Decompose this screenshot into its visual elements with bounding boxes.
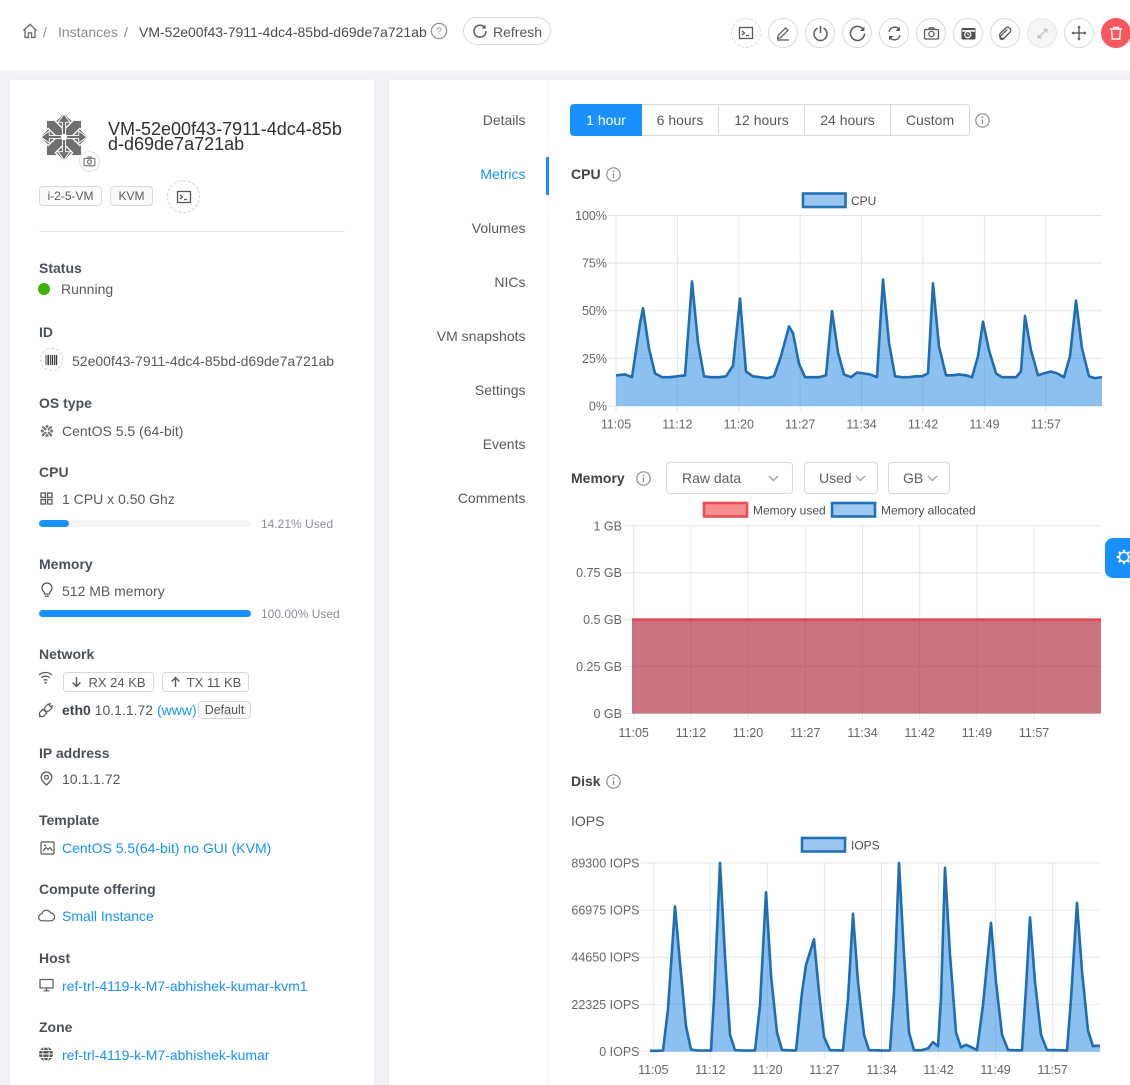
svg-text:25%: 25%: [582, 352, 607, 366]
svg-text:11:57: 11:57: [1037, 1063, 1067, 1077]
svg-text:11:27: 11:27: [790, 726, 820, 740]
svg-text:11:49: 11:49: [969, 418, 999, 432]
svg-text:IOPS: IOPS: [851, 839, 880, 853]
svg-text:11:20: 11:20: [733, 726, 763, 740]
svg-text:1 GB: 1 GB: [594, 519, 623, 533]
svg-text:0.5 GB: 0.5 GB: [583, 613, 622, 627]
svg-text:11:34: 11:34: [866, 1063, 896, 1077]
svg-text:50%: 50%: [582, 304, 607, 318]
svg-text:11:34: 11:34: [847, 726, 877, 740]
svg-text:11:42: 11:42: [923, 1063, 953, 1077]
svg-text:44650 IOPS: 44650 IOPS: [571, 951, 639, 965]
svg-text:0.75 GB: 0.75 GB: [576, 566, 622, 580]
svg-text:11:42: 11:42: [908, 418, 938, 432]
svg-text:11:12: 11:12: [676, 726, 706, 740]
svg-text:11:27: 11:27: [785, 418, 815, 432]
svg-text:22325 IOPS: 22325 IOPS: [571, 998, 639, 1012]
svg-text:0.25 GB: 0.25 GB: [576, 660, 622, 674]
svg-text:11:20: 11:20: [752, 1063, 782, 1077]
svg-text:Memory used: Memory used: [753, 504, 826, 518]
svg-text:?: ?: [436, 26, 442, 38]
svg-text:11:57: 11:57: [1031, 418, 1061, 432]
svg-text:0 IOPS: 0 IOPS: [599, 1045, 639, 1059]
svg-text:89300 IOPS: 89300 IOPS: [571, 856, 639, 870]
svg-text:11:42: 11:42: [905, 726, 935, 740]
svg-text:66975 IOPS: 66975 IOPS: [571, 904, 639, 918]
svg-text:11:12: 11:12: [695, 1063, 725, 1077]
svg-text:11:34: 11:34: [846, 418, 876, 432]
svg-text:0%: 0%: [589, 400, 607, 414]
svg-text:11:49: 11:49: [962, 726, 992, 740]
svg-text:11:05: 11:05: [601, 418, 631, 432]
svg-text:11:27: 11:27: [809, 1063, 839, 1077]
svg-text:11:49: 11:49: [980, 1063, 1010, 1077]
svg-text:CPU: CPU: [851, 194, 876, 208]
svg-text:11:12: 11:12: [662, 418, 692, 432]
svg-text:0 GB: 0 GB: [594, 707, 623, 721]
svg-text:11:20: 11:20: [724, 418, 754, 432]
svg-text:11:05: 11:05: [619, 726, 649, 740]
svg-text:75%: 75%: [582, 257, 607, 271]
svg-text:11:05: 11:05: [638, 1063, 668, 1077]
svg-text:100%: 100%: [575, 209, 607, 223]
svg-text:Memory allocated: Memory allocated: [881, 504, 976, 518]
svg-text:11:57: 11:57: [1019, 726, 1049, 740]
